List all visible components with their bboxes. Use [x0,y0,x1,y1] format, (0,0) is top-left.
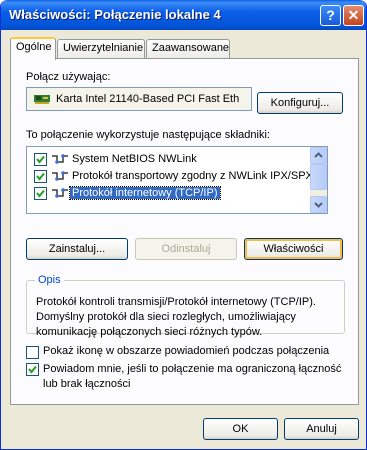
scroll-down-button[interactable] [310,196,327,213]
list-item-tcpip[interactable]: Protokół internetowy (TCP/IP) [27,185,310,202]
component-label: System NetBIOS NWLink [72,153,197,165]
list-scrollbar[interactable] [310,147,327,213]
description-text: Protokół kontroli transmisji/Protokół in… [36,296,316,338]
title-bar[interactable]: Właściwości: Połączenie lokalne 4 ? ✕ [1,0,366,30]
configure-button[interactable]: Konfiguruj... [257,92,343,114]
description-group: Opis Protokół kontroli transmisji/Protok… [26,274,345,338]
cancel-button[interactable]: Anuluj [284,418,359,440]
chevron-up-icon [314,152,323,158]
component-checkbox[interactable] [34,187,47,200]
component-label: Protokół transportowy zgodny z NWLink IP… [72,170,328,182]
components-label: To połączenie wykorzystuje następujące s… [26,129,270,141]
component-checkbox[interactable] [34,170,47,183]
tab-authentication[interactable]: Uwierzytelnianie [57,39,145,58]
properties-dialog: Właściwości: Połączenie lokalne 4 ? ✕ Og… [0,0,367,450]
adapter-field: Karta Intel 21140-Based PCI Fast Eth [26,87,252,111]
uninstall-button[interactable]: Odinstaluj [135,238,237,260]
tab-panel-general: Połącz używając: Karta Intel 21140-Based… [10,58,359,405]
components-list[interactable]: System NetBIOS NWLink Protokół transport… [26,146,328,214]
network-card-icon [34,94,50,107]
notify-checkbox[interactable] [26,363,39,376]
network-protocol-icon [51,171,69,184]
component-label: Protokół internetowy (TCP/IP) [69,186,221,200]
properties-button[interactable]: Właściwości [244,238,343,260]
ok-button[interactable]: OK [203,418,278,440]
scroll-thumb[interactable] [310,164,327,190]
adapter-name: Karta Intel 21140-Based PCI Fast Eth [56,93,240,105]
scroll-up-button[interactable] [310,147,327,164]
notify-label[interactable]: Powiadom mnie, jeśli to połączenie ma og… [43,362,343,392]
network-protocol-icon [51,154,69,167]
component-checkbox[interactable] [34,153,47,166]
description-label: Opis [35,274,64,286]
chevron-down-icon [314,202,323,208]
tab-general[interactable]: Ogólne [10,37,56,60]
network-protocol-icon [51,188,69,201]
show-icon-label[interactable]: Pokaż ikonę w obszarze powiadomień podcz… [43,345,329,357]
list-item-netbios[interactable]: System NetBIOS NWLink [27,151,310,168]
show-icon-checkbox[interactable] [26,346,39,359]
close-button[interactable]: ✕ [343,5,364,26]
window-title: Właściwości: Połączenie lokalne 4 [9,7,221,22]
list-item-nwlink[interactable]: Protokół transportowy zgodny z NWLink IP… [27,168,327,185]
help-button[interactable]: ? [320,5,341,26]
connect-using-label: Połącz używając: [26,71,111,83]
tab-advanced[interactable]: Zaawansowane [146,39,230,58]
install-button[interactable]: Zainstaluj... [26,238,128,260]
